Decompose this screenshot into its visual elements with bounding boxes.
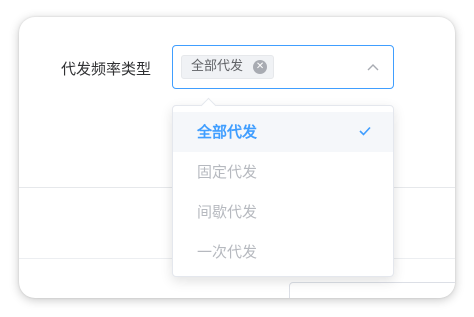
chevron-up-icon[interactable] — [367, 63, 379, 71]
option-intermittent[interactable]: 间歇代发 — [173, 192, 393, 232]
option-label: 间歇代发 — [197, 203, 258, 221]
input-box[interactable] — [289, 282, 455, 298]
option-label: 全部代发 — [197, 123, 258, 141]
check-icon — [359, 126, 371, 136]
frequency-type-select[interactable]: 全部代发 ✕ — [172, 45, 394, 89]
option-all[interactable]: 全部代发 — [173, 112, 393, 152]
selected-tag: 全部代发 ✕ — [181, 55, 275, 79]
select-dropdown: 全部代发 固定代发 间歇代发 一次代发 — [172, 105, 394, 277]
selected-tag-label: 全部代发 — [191, 59, 244, 74]
option-label: 固定代发 — [197, 163, 258, 181]
close-circle-icon[interactable]: ✕ — [253, 60, 268, 74]
option-once[interactable]: 一次代发 — [173, 232, 393, 272]
form-card: 代发频率类型 全部代发 ✕ 全部代发 固定代发 间歇代发 一次代发 — [19, 17, 455, 298]
option-label: 一次代发 — [197, 243, 258, 261]
field-label: 代发频率类型 — [61, 60, 152, 78]
option-fixed[interactable]: 固定代发 — [173, 152, 393, 192]
